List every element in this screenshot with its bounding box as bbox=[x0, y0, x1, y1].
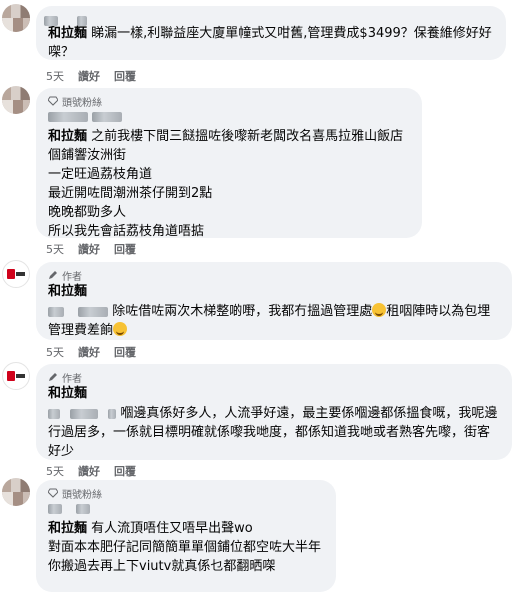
comment-actions: 5天 讚好 回覆 bbox=[46, 463, 136, 479]
like-button[interactable]: 讚好 bbox=[78, 241, 100, 257]
author-badge: 作者 bbox=[48, 370, 500, 385]
comment-text: 和拉麵 睇漏一樣,利聯益座大廈單幢式又咁舊,管理費成$3499？保養維修好好㗎？ bbox=[48, 24, 494, 62]
comment-bubble: 頭號粉絲 和拉麵 之前我樓下間三餸搵咗後嚟新老闆改名喜馬拉雅山飯店 個鋪響汝洲街… bbox=[36, 88, 422, 241]
author-badge: 作者 bbox=[48, 268, 500, 283]
comment-line: 最近開咗間潮洲茶仔開到2點 bbox=[48, 186, 213, 201]
top-fan-badge: 頭號粉絲 bbox=[48, 486, 324, 501]
top-fan-badge: 頭號粉絲 bbox=[48, 94, 410, 109]
avatar[interactable] bbox=[2, 86, 30, 114]
pencil-icon bbox=[49, 271, 57, 279]
reply-button[interactable]: 回覆 bbox=[114, 68, 136, 84]
like-button[interactable]: 讚好 bbox=[78, 344, 100, 360]
comment-line: 之前我樓下間三餸搵咗後嚟新老闆改名喜馬拉雅山飯店 bbox=[91, 129, 404, 144]
reply-button[interactable]: 回覆 bbox=[114, 241, 136, 257]
diamond-icon bbox=[48, 96, 58, 106]
comment-line: 你搬過去再上下viutv就真係乜都翻晒㗎 bbox=[48, 559, 276, 574]
page-avatar[interactable] bbox=[2, 362, 30, 390]
avatar[interactable] bbox=[2, 4, 30, 32]
comment-line: 一定旺過荔枝角道 bbox=[48, 167, 153, 182]
comment-actions: 5天 讚好 回覆 bbox=[46, 68, 136, 84]
comment-author[interactable]: 和拉麵 bbox=[48, 129, 87, 144]
comment-text: 和拉麵 有人流頂唔住又唔早出聲wo 對面本本肥仔記同簡簡單單個鋪位都空咗大半年 … bbox=[48, 519, 324, 576]
brand-logo-icon bbox=[7, 371, 25, 381]
timestamp[interactable]: 5天 bbox=[46, 344, 64, 360]
comment-body: 嗰邊真係好多人，人流爭好遠，最主要係嗰邊都係搵食嘅，我呢邊行過居多，一係就目標明… bbox=[48, 406, 498, 459]
sweat-smile-emoji-icon bbox=[372, 303, 387, 317]
badge-label: 作者 bbox=[62, 271, 82, 283]
comment-text: 嗰邊真係好多人，人流爭好遠，最主要係嗰邊都係搵食嘅，我呢邊行過居多，一係就目標明… bbox=[48, 404, 500, 461]
comment-actions: 5天 讚好 回覆 bbox=[46, 344, 136, 360]
reply-button[interactable]: 回覆 bbox=[114, 463, 136, 479]
grin-emoji-icon bbox=[113, 322, 128, 336]
comment-author[interactable]: 和拉麵 bbox=[48, 284, 500, 300]
timestamp[interactable]: 5天 bbox=[46, 241, 64, 257]
comment-author[interactable]: 和拉麵 bbox=[48, 521, 87, 536]
comment-bubble: 作者 和拉麵 除咗借咗兩次木梯整啲嘢，我都冇搵過管理處 租咽陣時以為包埋管理費差餉 bbox=[36, 262, 512, 340]
comment-actions: 5天 讚好 回覆 bbox=[46, 241, 136, 257]
comment-line: 所以我先會話荔枝角道唔掂 bbox=[48, 224, 205, 239]
comment-line: 晚晚都勁多人 bbox=[48, 205, 127, 220]
comment-text: 和拉麵 之前我樓下間三餸搵咗後嚟新老闆改名喜馬拉雅山飯店 個鋪響汝洲街 一定旺過… bbox=[48, 127, 410, 241]
like-button[interactable]: 讚好 bbox=[78, 463, 100, 479]
reply-button[interactable]: 回覆 bbox=[114, 344, 136, 360]
pencil-icon bbox=[49, 373, 57, 381]
comment-body: 睇漏一樣,利聯益座大廈單幢式又咁舊,管理費成$3499？保養維修好好㗎？ bbox=[48, 26, 492, 60]
redacted-name bbox=[48, 502, 324, 516]
comment-text: 除咗借咗兩次木梯整啲嘢，我都冇搵過管理處 租咽陣時以為包埋管理費差餉 bbox=[48, 302, 500, 340]
brand-logo-icon bbox=[7, 269, 25, 279]
comment-author[interactable]: 和拉麵 bbox=[48, 386, 500, 402]
comment-body: 除咗借咗兩次木梯整啲嘢，我都冇搵過管理處 bbox=[112, 304, 373, 319]
redacted-name bbox=[44, 10, 88, 29]
comment-line: 個鋪響汝洲街 bbox=[48, 148, 127, 163]
comment-bubble: 頭號粉絲 和拉麵 有人流頂唔住又唔早出聲wo 對面本本肥仔記同簡簡單單個鋪位都空… bbox=[36, 480, 336, 592]
comment-line: 對面本本肥仔記同簡簡單單個鋪位都空咗大半年 bbox=[48, 540, 322, 555]
diamond-icon bbox=[48, 488, 58, 498]
badge-label: 作者 bbox=[62, 373, 82, 385]
badge-label: 頭號粉絲 bbox=[62, 489, 102, 501]
timestamp[interactable]: 5天 bbox=[46, 68, 64, 84]
page-avatar[interactable] bbox=[2, 260, 30, 288]
like-button[interactable]: 讚好 bbox=[78, 68, 100, 84]
avatar[interactable] bbox=[2, 478, 30, 506]
timestamp[interactable]: 5天 bbox=[46, 463, 64, 479]
redacted-name bbox=[48, 110, 410, 124]
badge-label: 頭號粉絲 bbox=[62, 97, 102, 109]
comment-bubble: 作者 和拉麵 嗰邊真係好多人，人流爭好遠，最主要係嗰邊都係搵食嘅，我呢邊行過居多… bbox=[36, 364, 512, 460]
comment-line: 有人流頂唔住又唔早出聲wo bbox=[91, 521, 253, 536]
comment-bubble: 和拉麵 睇漏一樣,利聯益座大廈單幢式又咁舊,管理費成$3499？保養維修好好㗎？ bbox=[36, 6, 506, 60]
